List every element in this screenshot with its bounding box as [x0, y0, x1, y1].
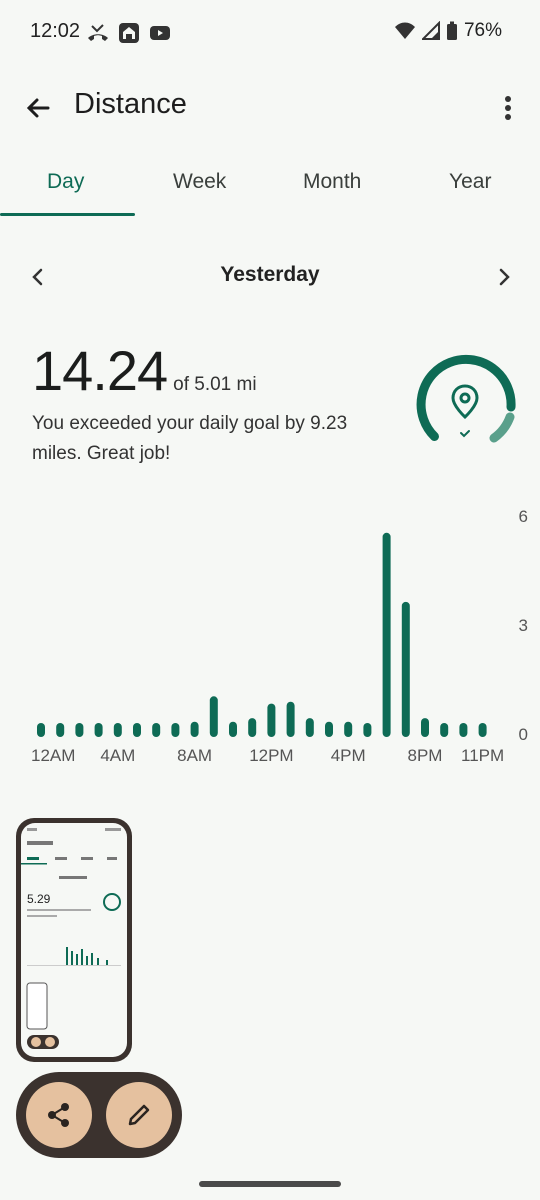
share-icon — [48, 1103, 69, 1127]
home-app-icon — [119, 23, 139, 43]
tab-year[interactable]: Year — [449, 170, 491, 194]
hourly-distance-chart: 6 3 0 12AM 4AM 8AM 12PM 4PM 8PM 11PM — [31, 507, 528, 765]
goal-message: You exceeded your daily goal by 9.23 mil… — [32, 413, 348, 464]
x-tick-label: 11PM — [461, 746, 504, 765]
y-tick-label: 3 — [519, 616, 528, 635]
thumbnail-value: 5.29 — [27, 892, 51, 906]
page-title: Distance — [74, 88, 187, 120]
battery-icon — [446, 21, 457, 40]
tab-indicator — [0, 213, 135, 216]
goal-progress-ring — [416, 355, 516, 443]
x-tick-label: 4AM — [100, 746, 135, 765]
back-arrow-icon[interactable] — [22, 92, 54, 124]
screenshot-thumbnail[interactable]: 5.29 — [16, 818, 132, 1062]
status-time: 12:02 — [30, 20, 81, 42]
notification-icons — [86, 22, 172, 44]
wifi-icon — [394, 22, 415, 39]
y-tick-label: 6 — [519, 507, 528, 526]
thumbnail-screen: 5.29 — [21, 823, 127, 1057]
next-day-icon[interactable] — [490, 263, 518, 291]
date-label: Yesterday — [220, 263, 320, 286]
pencil-icon — [128, 1104, 150, 1126]
tab-day[interactable]: Day — [47, 170, 84, 194]
thumbnail-preview-image: 5.29 — [21, 828, 121, 1049]
edit-button[interactable] — [106, 1082, 172, 1148]
distance-summary: 14.24 of 5.01 mi You exceeded your daily … — [32, 338, 412, 469]
x-tick-label: 8AM — [177, 746, 212, 765]
x-tick-label: 4PM — [331, 746, 366, 765]
ring-arc-main — [416, 355, 516, 441]
x-tick-label: 8PM — [408, 746, 443, 765]
goal-text: of 5.01 mi — [173, 374, 257, 395]
date-navigator: Yesterday — [0, 255, 540, 299]
distance-value: 14.24 — [32, 339, 168, 402]
tab-month[interactable]: Month — [303, 170, 361, 194]
home-indicator[interactable] — [199, 1181, 341, 1187]
share-button[interactable] — [26, 1082, 92, 1148]
x-tick-label: 12AM — [31, 746, 75, 765]
app-bar: Distance — [0, 80, 540, 136]
status-bar: 12:02 76% — [0, 0, 540, 66]
location-pin-icon — [451, 384, 479, 420]
battery-percent: 76% — [463, 20, 502, 41]
ring-arc-secondary — [489, 412, 515, 443]
x-tick-label: 12PM — [249, 746, 293, 765]
signal-icon — [421, 21, 440, 40]
screenshot-actions-bar — [16, 1072, 182, 1158]
check-icon — [460, 430, 470, 438]
status-right: 76% — [394, 20, 502, 42]
period-tabs: Day Week Month Year — [0, 160, 540, 217]
more-options-icon[interactable] — [498, 92, 518, 124]
y-tick-label: 0 — [519, 725, 528, 744]
missed-call-icon — [88, 24, 108, 41]
tab-week[interactable]: Week — [173, 170, 226, 194]
youtube-icon — [150, 26, 170, 40]
